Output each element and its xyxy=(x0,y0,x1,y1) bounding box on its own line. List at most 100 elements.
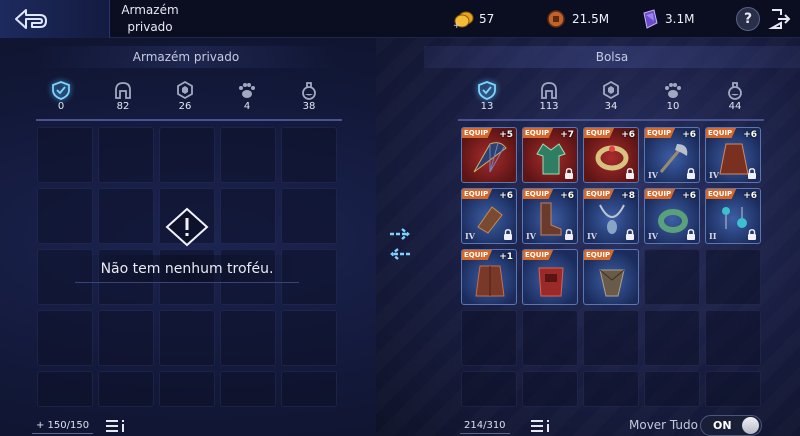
empty-slot[interactable] xyxy=(644,371,700,407)
list-info-icon[interactable] xyxy=(531,418,551,434)
bag-item-boots[interactable]: EQUIP +6 IV xyxy=(522,188,578,244)
category-count: 0 xyxy=(57,101,65,112)
empty-slot[interactable] xyxy=(37,310,93,366)
potion-icon xyxy=(302,82,316,100)
tab-pet[interactable]: 10 xyxy=(642,80,704,112)
empty-slot[interactable] xyxy=(583,371,639,407)
transfer-arrows-icon[interactable] xyxy=(386,224,414,264)
enhance-level: +8 xyxy=(621,191,635,201)
empty-slot[interactable] xyxy=(98,188,154,244)
enhance-level: +6 xyxy=(560,191,574,201)
equip-badge: EQUIP xyxy=(523,250,554,260)
bag-category-tabs: 13 113 34 10 44 xyxy=(456,80,766,112)
empty-slot[interactable] xyxy=(37,127,93,183)
equip-badge: EQUIP xyxy=(584,189,615,199)
bag-item-necklace[interactable]: EQUIP +8 IV xyxy=(583,188,639,244)
top-bar: Armazém privado + 57 21.5M 3.1M ? xyxy=(0,0,800,38)
equip-badge: EQUIP xyxy=(584,128,615,138)
bag-grid: EQUIP +5 EQUIP +7 EQUIP +6 EQUIP +6 IV EQUIP +6 IV E… xyxy=(461,127,761,407)
shield-icon xyxy=(52,81,70,100)
empty-slot[interactable] xyxy=(98,127,154,183)
bag-item-chestplate[interactable]: EQUIP xyxy=(522,249,578,305)
empty-slot[interactable] xyxy=(98,310,154,366)
equip-badge: EQUIP xyxy=(645,189,676,199)
equip-badge: EQUIP xyxy=(706,189,737,199)
equip-badge: EQUIP xyxy=(523,189,554,199)
empty-slot[interactable] xyxy=(281,310,337,366)
bag-item-axe[interactable]: EQUIP +6 IV xyxy=(644,127,700,183)
chestplate-icon xyxy=(538,267,564,297)
empty-slot[interactable] xyxy=(522,371,578,407)
empty-slot[interactable] xyxy=(583,310,639,366)
back-button[interactable] xyxy=(0,0,110,38)
help-button[interactable]: ? xyxy=(736,7,760,31)
tab-gem[interactable]: 34 xyxy=(580,80,642,112)
list-info-icon[interactable] xyxy=(106,418,126,434)
empty-slot[interactable] xyxy=(220,310,276,366)
empty-slot[interactable] xyxy=(37,188,93,244)
bag-item-greaves[interactable]: EQUIP xyxy=(583,249,639,305)
exit-icon xyxy=(768,9,791,29)
bag-item-robe[interactable]: EQUIP +7 xyxy=(522,127,578,183)
item-tier: IV xyxy=(648,170,658,180)
enhance-level: +6 xyxy=(621,130,635,140)
empty-slot[interactable] xyxy=(281,188,337,244)
tab-shield[interactable]: 13 xyxy=(456,80,518,112)
empty-slot[interactable] xyxy=(461,371,517,407)
move-all-label: Mover Tudo xyxy=(629,418,698,432)
tab-gem[interactable]: 26 xyxy=(154,80,216,112)
item-tier: IV xyxy=(587,231,597,241)
bag-item-coat[interactable]: EQUIP +1 xyxy=(461,249,517,305)
bag-item-fan[interactable]: EQUIP +5 xyxy=(461,127,517,183)
empty-slot[interactable] xyxy=(281,371,337,407)
tab-potion[interactable]: 38 xyxy=(278,80,340,112)
helmet-icon xyxy=(115,82,131,99)
empty-slot[interactable] xyxy=(37,371,93,407)
tab-pet[interactable]: 4 xyxy=(216,80,278,112)
empty-slot[interactable] xyxy=(461,310,517,366)
bag-item-bracelet[interactable]: EQUIP +6 xyxy=(583,127,639,183)
exit-button[interactable] xyxy=(768,7,792,31)
bag-item-earrings[interactable]: EQUIP +6 II xyxy=(705,188,761,244)
empty-slot[interactable] xyxy=(644,249,700,305)
item-tier: II xyxy=(709,231,717,241)
empty-slot[interactable] xyxy=(220,371,276,407)
enhance-level: +6 xyxy=(682,191,696,201)
enhance-level: +5 xyxy=(499,130,513,140)
tab-shield[interactable]: 0 xyxy=(30,80,92,112)
enhance-level: +6 xyxy=(743,130,757,140)
tab-helmet[interactable]: 113 xyxy=(518,80,580,112)
empty-slot[interactable] xyxy=(220,127,276,183)
hexagon-gem-icon xyxy=(603,80,619,100)
copper-coin-icon xyxy=(545,9,567,29)
copper-value: 21.5M xyxy=(572,12,610,26)
bag-item-cape[interactable]: EQUIP +6 IV xyxy=(705,127,761,183)
empty-slot[interactable] xyxy=(159,310,215,366)
equip-badge: EQUIP xyxy=(462,189,493,199)
empty-slot[interactable] xyxy=(705,310,761,366)
empty-slot[interactable] xyxy=(644,310,700,366)
bag-tab-underline xyxy=(458,119,764,121)
bag-item-ring[interactable]: EQUIP +6 IV xyxy=(644,188,700,244)
empty-slot[interactable] xyxy=(220,188,276,244)
tab-helmet[interactable]: 82 xyxy=(92,80,154,112)
category-count: 113 xyxy=(539,101,559,112)
svg-text:+: + xyxy=(453,21,461,29)
equip-badge: EQUIP xyxy=(645,128,676,138)
empty-slot[interactable] xyxy=(159,371,215,407)
empty-slot[interactable] xyxy=(98,371,154,407)
empty-slot[interactable] xyxy=(522,310,578,366)
enhance-level: +6 xyxy=(743,191,757,201)
item-tier: IV xyxy=(465,231,475,241)
bag-capacity: 214/310 xyxy=(460,418,510,434)
lock-icon xyxy=(748,168,756,179)
empty-slot[interactable] xyxy=(281,127,337,183)
left-panel-title: Armazém privado xyxy=(36,46,336,68)
tab-potion[interactable]: 44 xyxy=(704,80,766,112)
empty-slot[interactable] xyxy=(705,249,761,305)
greaves-icon xyxy=(599,269,625,297)
move-all-toggle[interactable]: ON xyxy=(700,415,762,436)
bag-item-gauntlet[interactable]: EQUIP +6 IV xyxy=(461,188,517,244)
empty-slot[interactable] xyxy=(159,127,215,183)
empty-slot[interactable] xyxy=(705,371,761,407)
